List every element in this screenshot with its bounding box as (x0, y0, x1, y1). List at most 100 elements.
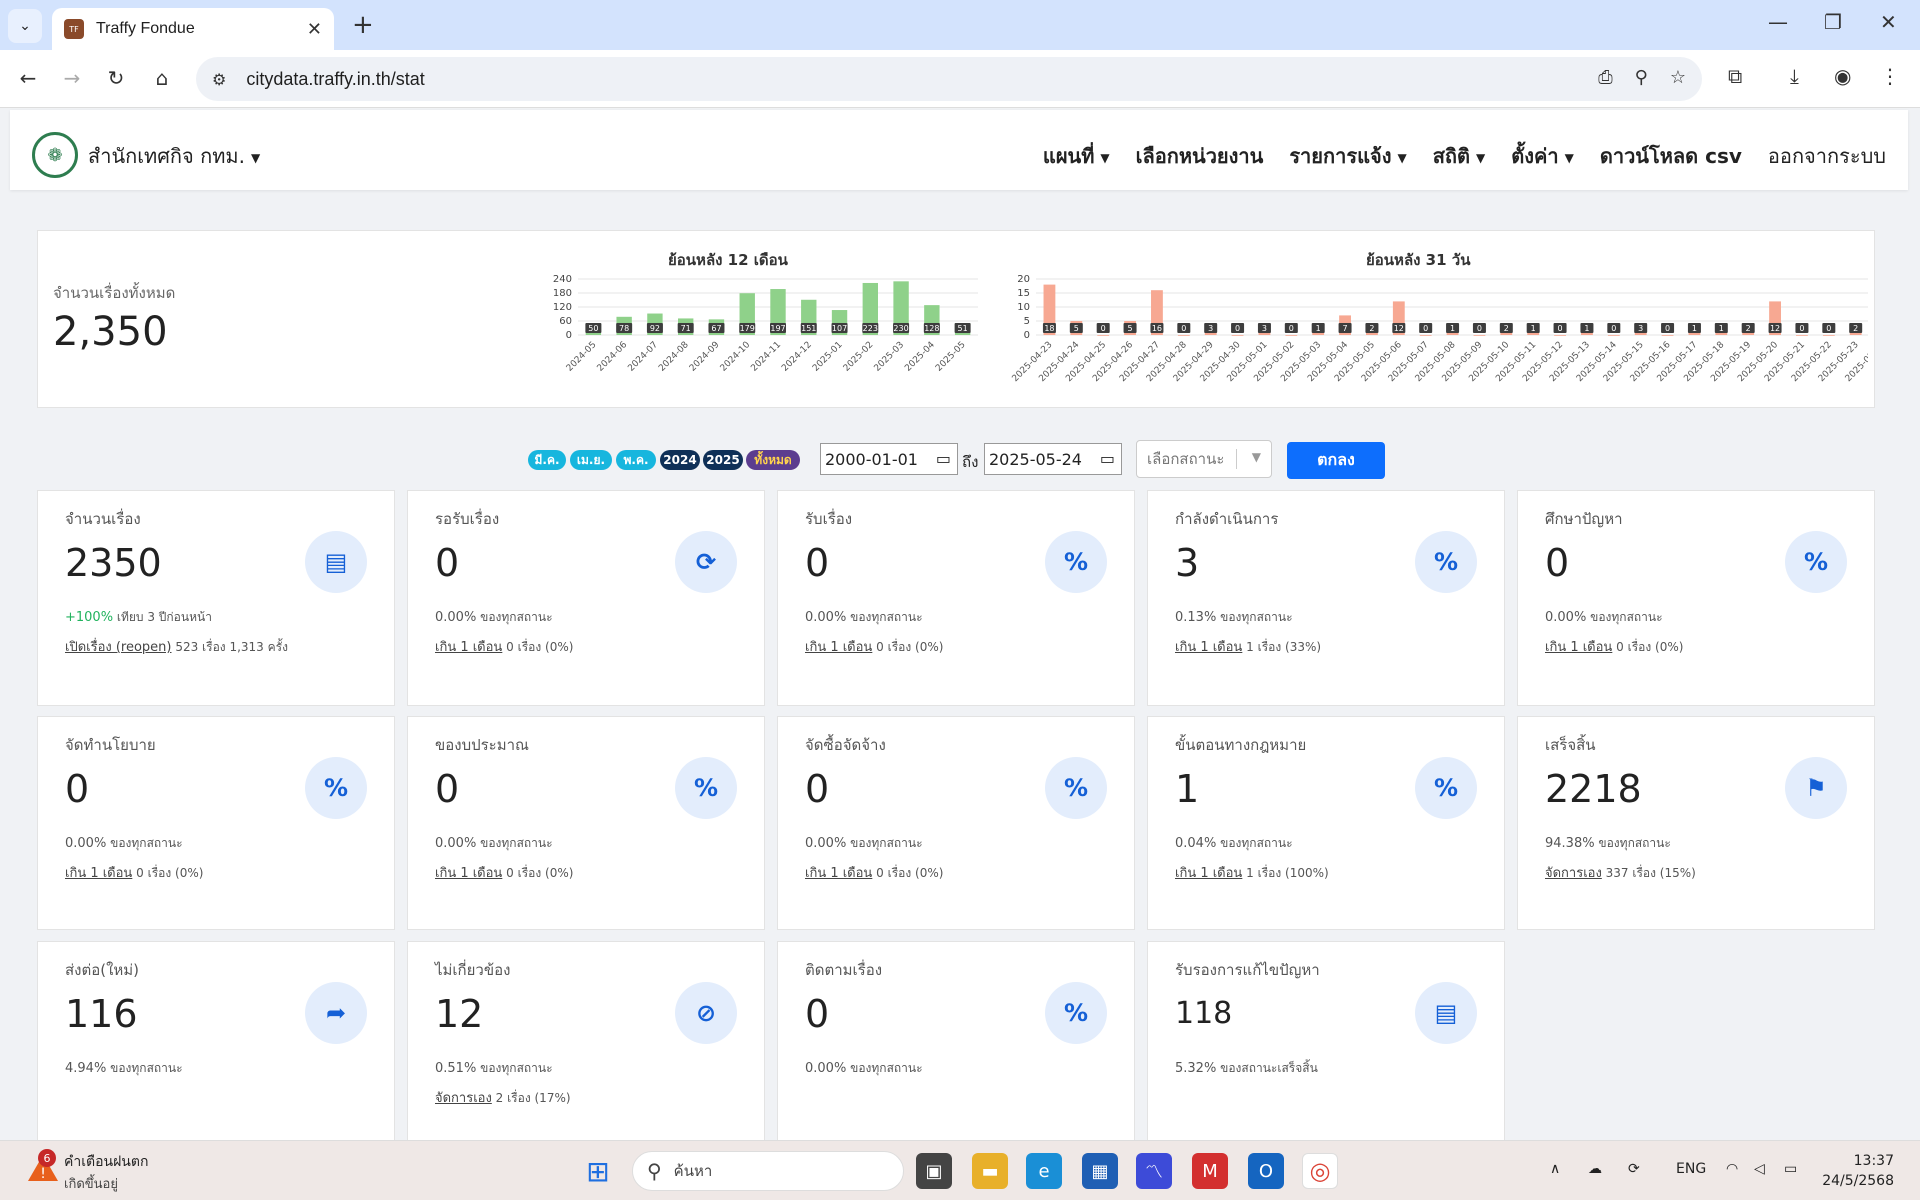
bar[interactable] (1285, 335, 1298, 336)
detail-link[interactable]: จัดการเอง (1545, 866, 1602, 881)
bar[interactable] (1554, 335, 1566, 336)
data-label: 1 (1719, 324, 1724, 333)
bookmark-star-icon[interactable]: ☆ (1670, 67, 1686, 88)
stat-card: ขั้นตอนทางกฎหมาย 1% 0.04% ของทุกสถานะ เกิน … (1147, 716, 1505, 930)
bar[interactable] (1473, 335, 1486, 336)
document-stack-icon: ▤ (305, 531, 367, 593)
share-percent: 0.00% (805, 1061, 847, 1076)
menu-map[interactable]: แผนที่ ▼ (1043, 140, 1110, 172)
stat-card-share: 0.51% ของทุกสถานะ (435, 1059, 553, 1078)
menu-download-csv[interactable]: ดาวน์โหลด csv (1600, 140, 1742, 172)
org-dropdown[interactable]: สำนักเทศกิจ กทม. ▼ (88, 140, 260, 172)
close-tab-icon[interactable]: ✕ (307, 19, 322, 40)
detail-link[interactable]: เกิน 1 เดือน (1175, 640, 1242, 655)
detail-link[interactable]: เปิดเรื่อง (reopen) (65, 640, 172, 655)
menu-select-unit[interactable]: เลือกหน่วยงาน (1136, 140, 1264, 172)
home-icon[interactable]: ⌂ (146, 62, 178, 94)
bar[interactable] (1419, 335, 1432, 336)
menu-settings[interactable]: ตั้งค่า ▼ (1511, 140, 1574, 172)
y-tick-label: 0 (1024, 330, 1030, 341)
filter-chip[interactable]: พ.ค. (616, 450, 656, 470)
traffy-favicon-icon: TF (64, 19, 84, 39)
stat-card-value: 0 (65, 767, 90, 811)
outlook-icon[interactable]: O (1248, 1153, 1284, 1189)
detail-link[interactable]: เกิน 1 เดือน (1545, 640, 1612, 655)
data-label: 3 (1208, 324, 1213, 333)
close-window-icon[interactable]: ✕ (1880, 10, 1897, 34)
new-tab-plus-icon[interactable]: + (352, 10, 374, 40)
restore-window-icon[interactable]: ❐ (1824, 10, 1842, 34)
taskbar-clock[interactable]: 13:37 24/5/2568 (1814, 1151, 1894, 1191)
url-omnibox[interactable]: ⚙ citydata.traffy.in.th/stat ⎙ ⚲ ☆ (196, 57, 1702, 101)
detail-link[interactable]: เกิน 1 เดือน (805, 640, 872, 655)
detail-link[interactable]: เกิน 1 เดือน (435, 866, 502, 881)
detail-link[interactable]: เกิน 1 เดือน (65, 866, 132, 881)
reload-icon[interactable]: ↻ (100, 62, 132, 94)
ok-button[interactable]: ตกลง (1287, 442, 1385, 479)
stat-card-value: 0 (435, 541, 460, 585)
sync-icon[interactable]: ⟳ (1628, 1161, 1640, 1177)
detail-link[interactable]: จัดการเอง (435, 1091, 492, 1106)
taskbar-search[interactable]: ⚲ ค้นหา (632, 1151, 904, 1191)
tray-overflow-chevron-icon[interactable]: ∧ (1550, 1161, 1560, 1177)
task-view-icon[interactable]: ▣ (916, 1153, 952, 1189)
calendar-icon[interactable]: ▭ (1100, 449, 1115, 468)
menu-stats[interactable]: สถิติ ▼ (1433, 140, 1486, 172)
menu-logout[interactable]: ออกจากระบบ (1768, 140, 1886, 172)
browser-menu-kebab-icon[interactable]: ⋮ (1880, 64, 1900, 88)
bar[interactable] (1097, 335, 1110, 336)
app-icon[interactable]: 〽 (1136, 1153, 1172, 1189)
language-indicator[interactable]: ENG (1676, 1161, 1706, 1177)
weather-title[interactable]: คำเตือนฝนตก (64, 1151, 148, 1173)
file-explorer-icon[interactable]: ▬ (972, 1153, 1008, 1189)
downloads-icon[interactable]: ⤓ (1790, 64, 1799, 88)
date-from-input[interactable]: 2000-01-01 ▭ (820, 443, 958, 475)
status-select[interactable]: เลือกสถานะ ▼ (1136, 440, 1272, 478)
chrome-icon[interactable]: ◎ (1302, 1153, 1338, 1189)
site-settings-icon[interactable]: ⚙ (212, 70, 226, 89)
detail-link[interactable]: เกิน 1 เดือน (1175, 866, 1242, 881)
clock-time: 13:37 (1853, 1153, 1894, 1169)
detail-link[interactable]: เกิน 1 เดือน (805, 866, 872, 881)
cloud-sync-icon[interactable]: ☁ (1588, 1161, 1602, 1177)
bar[interactable] (1231, 335, 1244, 336)
bar[interactable] (1177, 335, 1190, 336)
mcafee-icon[interactable]: M (1192, 1153, 1228, 1189)
bar[interactable] (1607, 335, 1620, 336)
stat-card-title: รับเรื่อง (805, 510, 853, 528)
filter-chip[interactable]: 2024 (660, 450, 700, 470)
stat-card-value: 12 (435, 992, 484, 1036)
forward-arrow-icon[interactable]: → (56, 62, 88, 94)
volume-icon[interactable]: ◁ (1754, 1161, 1765, 1177)
bar[interactable] (1661, 335, 1674, 336)
edge-browser-icon[interactable]: e (1026, 1153, 1062, 1189)
back-arrow-icon[interactable]: ← (12, 62, 44, 94)
bar[interactable] (1822, 335, 1835, 336)
install-app-icon[interactable]: ⎙ (1598, 67, 1612, 88)
share-text: ของทุกสถานะ (1586, 610, 1663, 624)
minimize-window-icon[interactable]: — (1768, 10, 1788, 34)
store-icon[interactable]: ▦ (1082, 1153, 1118, 1189)
date-to-input[interactable]: 2025-05-24 ▭ (984, 443, 1122, 475)
bar[interactable] (1796, 335, 1808, 336)
filter-chip[interactable]: มี.ค. (528, 450, 566, 470)
profile-avatar-icon[interactable]: ◉ (1834, 64, 1851, 88)
percent-icon: % (1415, 757, 1477, 819)
filter-chip[interactable]: 2025 (703, 450, 743, 470)
filter-chip[interactable]: ทั้งหมด (746, 450, 800, 470)
filter-chip[interactable]: เม.ย. (570, 450, 612, 470)
windows-start-icon[interactable]: ⊞ (580, 1153, 616, 1189)
url-text[interactable]: citydata.traffy.in.th/stat (246, 69, 424, 90)
browser-tab[interactable]: TF Traffy Fondue ✕ (52, 8, 334, 50)
stat-card-share: 0.00% ของทุกสถานะ (435, 608, 553, 627)
extensions-puzzle-icon[interactable]: ⧉ (1728, 64, 1742, 88)
share-text: ของทุกสถานะ (476, 1061, 553, 1075)
tab-search-dropdown-icon[interactable]: ⌄ (8, 9, 42, 43)
battery-icon[interactable]: ▭ (1784, 1161, 1797, 1177)
zoom-icon[interactable]: ⚲ (1635, 67, 1648, 88)
wifi-icon[interactable]: ◠ (1726, 1161, 1738, 1177)
menu-report-list[interactable]: รายการแจ้ง ▼ (1289, 140, 1406, 172)
calendar-icon[interactable]: ▭ (936, 449, 951, 468)
detail-link[interactable]: เกิน 1 เดือน (435, 640, 502, 655)
clock-date: 24/5/2568 (1822, 1173, 1894, 1189)
